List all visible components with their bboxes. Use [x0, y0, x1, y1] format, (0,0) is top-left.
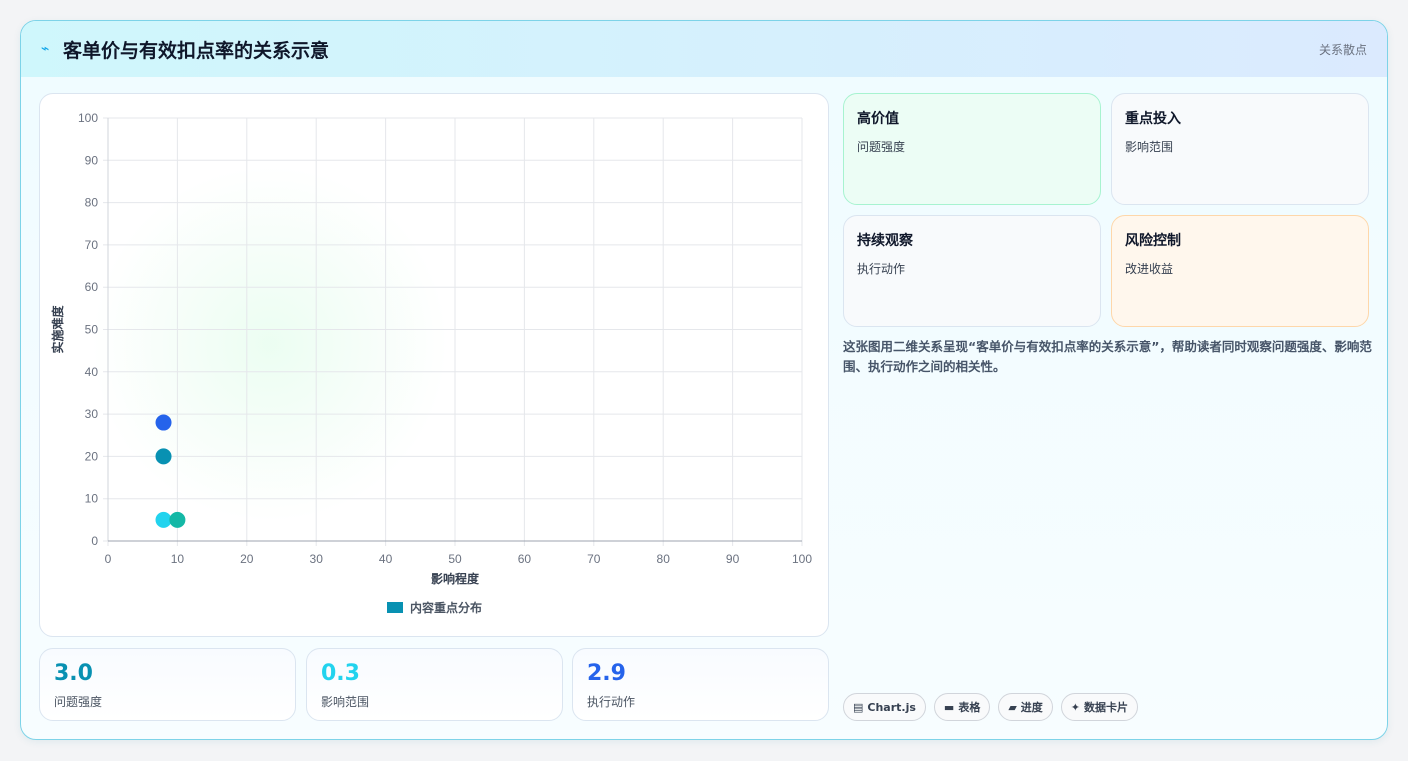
- chip-table[interactable]: ▬ 表格: [933, 693, 991, 721]
- main-card: ⌁ 客单价与有效扣点率的关系示意 关系散点 0 10 20 30 40 50 60 70 80 9…: [20, 20, 1388, 740]
- chart-icon: ▤: [853, 700, 864, 714]
- quadrant-high-value: 高价值 问题强度: [843, 93, 1101, 205]
- chip-label: 表格: [958, 701, 981, 714]
- scatter-chart: 0 10 20 30 40 50 60 70 80 90 100 0 10 20 30 40 50 60 70 80 9…: [50, 111, 812, 615]
- quadrant-observe: 持续观察 执行动作: [843, 215, 1101, 327]
- x-tick-label: 40: [379, 552, 393, 566]
- stat-card-1: 3.0 问题强度: [39, 648, 296, 721]
- data-point: [169, 511, 186, 528]
- tech-chips: ▤ Chart.js ▬ 表格 ▰ 进度 ✦ 数据卡片: [843, 693, 1139, 721]
- x-tick-label: 100: [792, 552, 812, 566]
- chip-label: Chart.js: [867, 700, 916, 714]
- title-wrap: ⌁ 客单价与有效扣点率的关系示意: [41, 36, 329, 63]
- chip-data-card[interactable]: ✦ 数据卡片: [1060, 693, 1139, 721]
- stat-value: 0.3: [321, 661, 360, 686]
- chart-description: 这张图用二维关系呈现“客单价与有效扣点率的关系示意”，帮助读者同时观察问题强度、…: [843, 339, 1372, 374]
- x-tick-label: 20: [240, 552, 254, 566]
- x-tick-label: 30: [310, 552, 324, 566]
- y-tick-label: 50: [85, 323, 99, 337]
- x-axis-title: 影响程度: [431, 571, 480, 586]
- data-point: [155, 448, 172, 465]
- stat-label: 影响范围: [321, 695, 370, 709]
- y-tick-label: 70: [85, 238, 99, 252]
- quadrant-risk-control: 风险控制 改进收益: [1111, 215, 1369, 327]
- stat-label: 执行动作: [587, 695, 636, 709]
- table-icon: ▬: [943, 700, 955, 714]
- bolt-icon: ⌁: [41, 41, 50, 57]
- quadrant-title: 重点投入: [1125, 111, 1181, 127]
- x-tick-label: 80: [657, 552, 671, 566]
- quadrant-title: 风险控制: [1125, 233, 1181, 249]
- x-tick-label: 0: [105, 552, 112, 566]
- stat-value: 3.0: [54, 661, 93, 686]
- x-tick-label: 70: [587, 552, 601, 566]
- y-tick-label: 90: [85, 153, 99, 167]
- sparkle-icon: ✦: [1070, 700, 1081, 714]
- card-header: ⌁ 客单价与有效扣点率的关系示意 关系散点: [21, 21, 1387, 77]
- quadrant-subtitle: 影响范围: [1125, 140, 1174, 154]
- stat-card-2: 0.3 影响范围: [306, 648, 563, 721]
- x-tick-label: 10: [171, 552, 185, 566]
- quadrant-subtitle: 问题强度: [857, 140, 906, 154]
- quadrant-subtitle: 改进收益: [1125, 262, 1174, 276]
- quadrant-key-investment: 重点投入 影响范围: [1111, 93, 1369, 205]
- legend-swatch: [387, 602, 403, 613]
- legend-label: 内容重点分布: [410, 600, 482, 615]
- stat-value: 2.9: [587, 661, 626, 686]
- chart-panel: 0 10 20 30 40 50 60 70 80 90 100 0 10 20 30 40 50 60 70 80 9…: [39, 93, 829, 637]
- x-tick-label: 50: [448, 552, 462, 566]
- chip-progress[interactable]: ▰ 进度: [998, 693, 1053, 721]
- x-tick-label: 90: [726, 552, 740, 566]
- quadrant-title: 持续观察: [857, 233, 913, 249]
- data-point: [155, 414, 172, 431]
- chip-label: 进度: [1020, 701, 1043, 714]
- stat-card-3: 2.9 执行动作: [572, 648, 829, 721]
- y-tick-label: 0: [91, 534, 98, 548]
- y-axis-title: 实施难度: [50, 305, 65, 354]
- chart-type-tag: 关系散点: [1318, 42, 1367, 57]
- y-tick-label: 80: [85, 196, 99, 210]
- chip-chartjs[interactable]: ▤ Chart.js: [843, 693, 926, 721]
- chip-label: 数据卡片: [1084, 701, 1129, 714]
- page-title: 客单价与有效扣点率的关系示意: [63, 39, 330, 62]
- y-tick-label: 30: [85, 407, 99, 421]
- y-tick-label: 60: [85, 280, 99, 294]
- progress-icon: ▰: [1008, 700, 1017, 714]
- y-tick-label: 10: [85, 492, 99, 506]
- quadrant-subtitle: 执行动作: [857, 262, 906, 276]
- data-point: [155, 511, 172, 528]
- stat-label: 问题强度: [54, 695, 103, 709]
- y-tick-label: 100: [78, 111, 98, 125]
- x-tick-label: 60: [518, 552, 532, 566]
- quadrant-title: 高价值: [857, 111, 899, 127]
- y-tick-label: 20: [85, 449, 99, 463]
- y-tick-label: 40: [85, 365, 99, 379]
